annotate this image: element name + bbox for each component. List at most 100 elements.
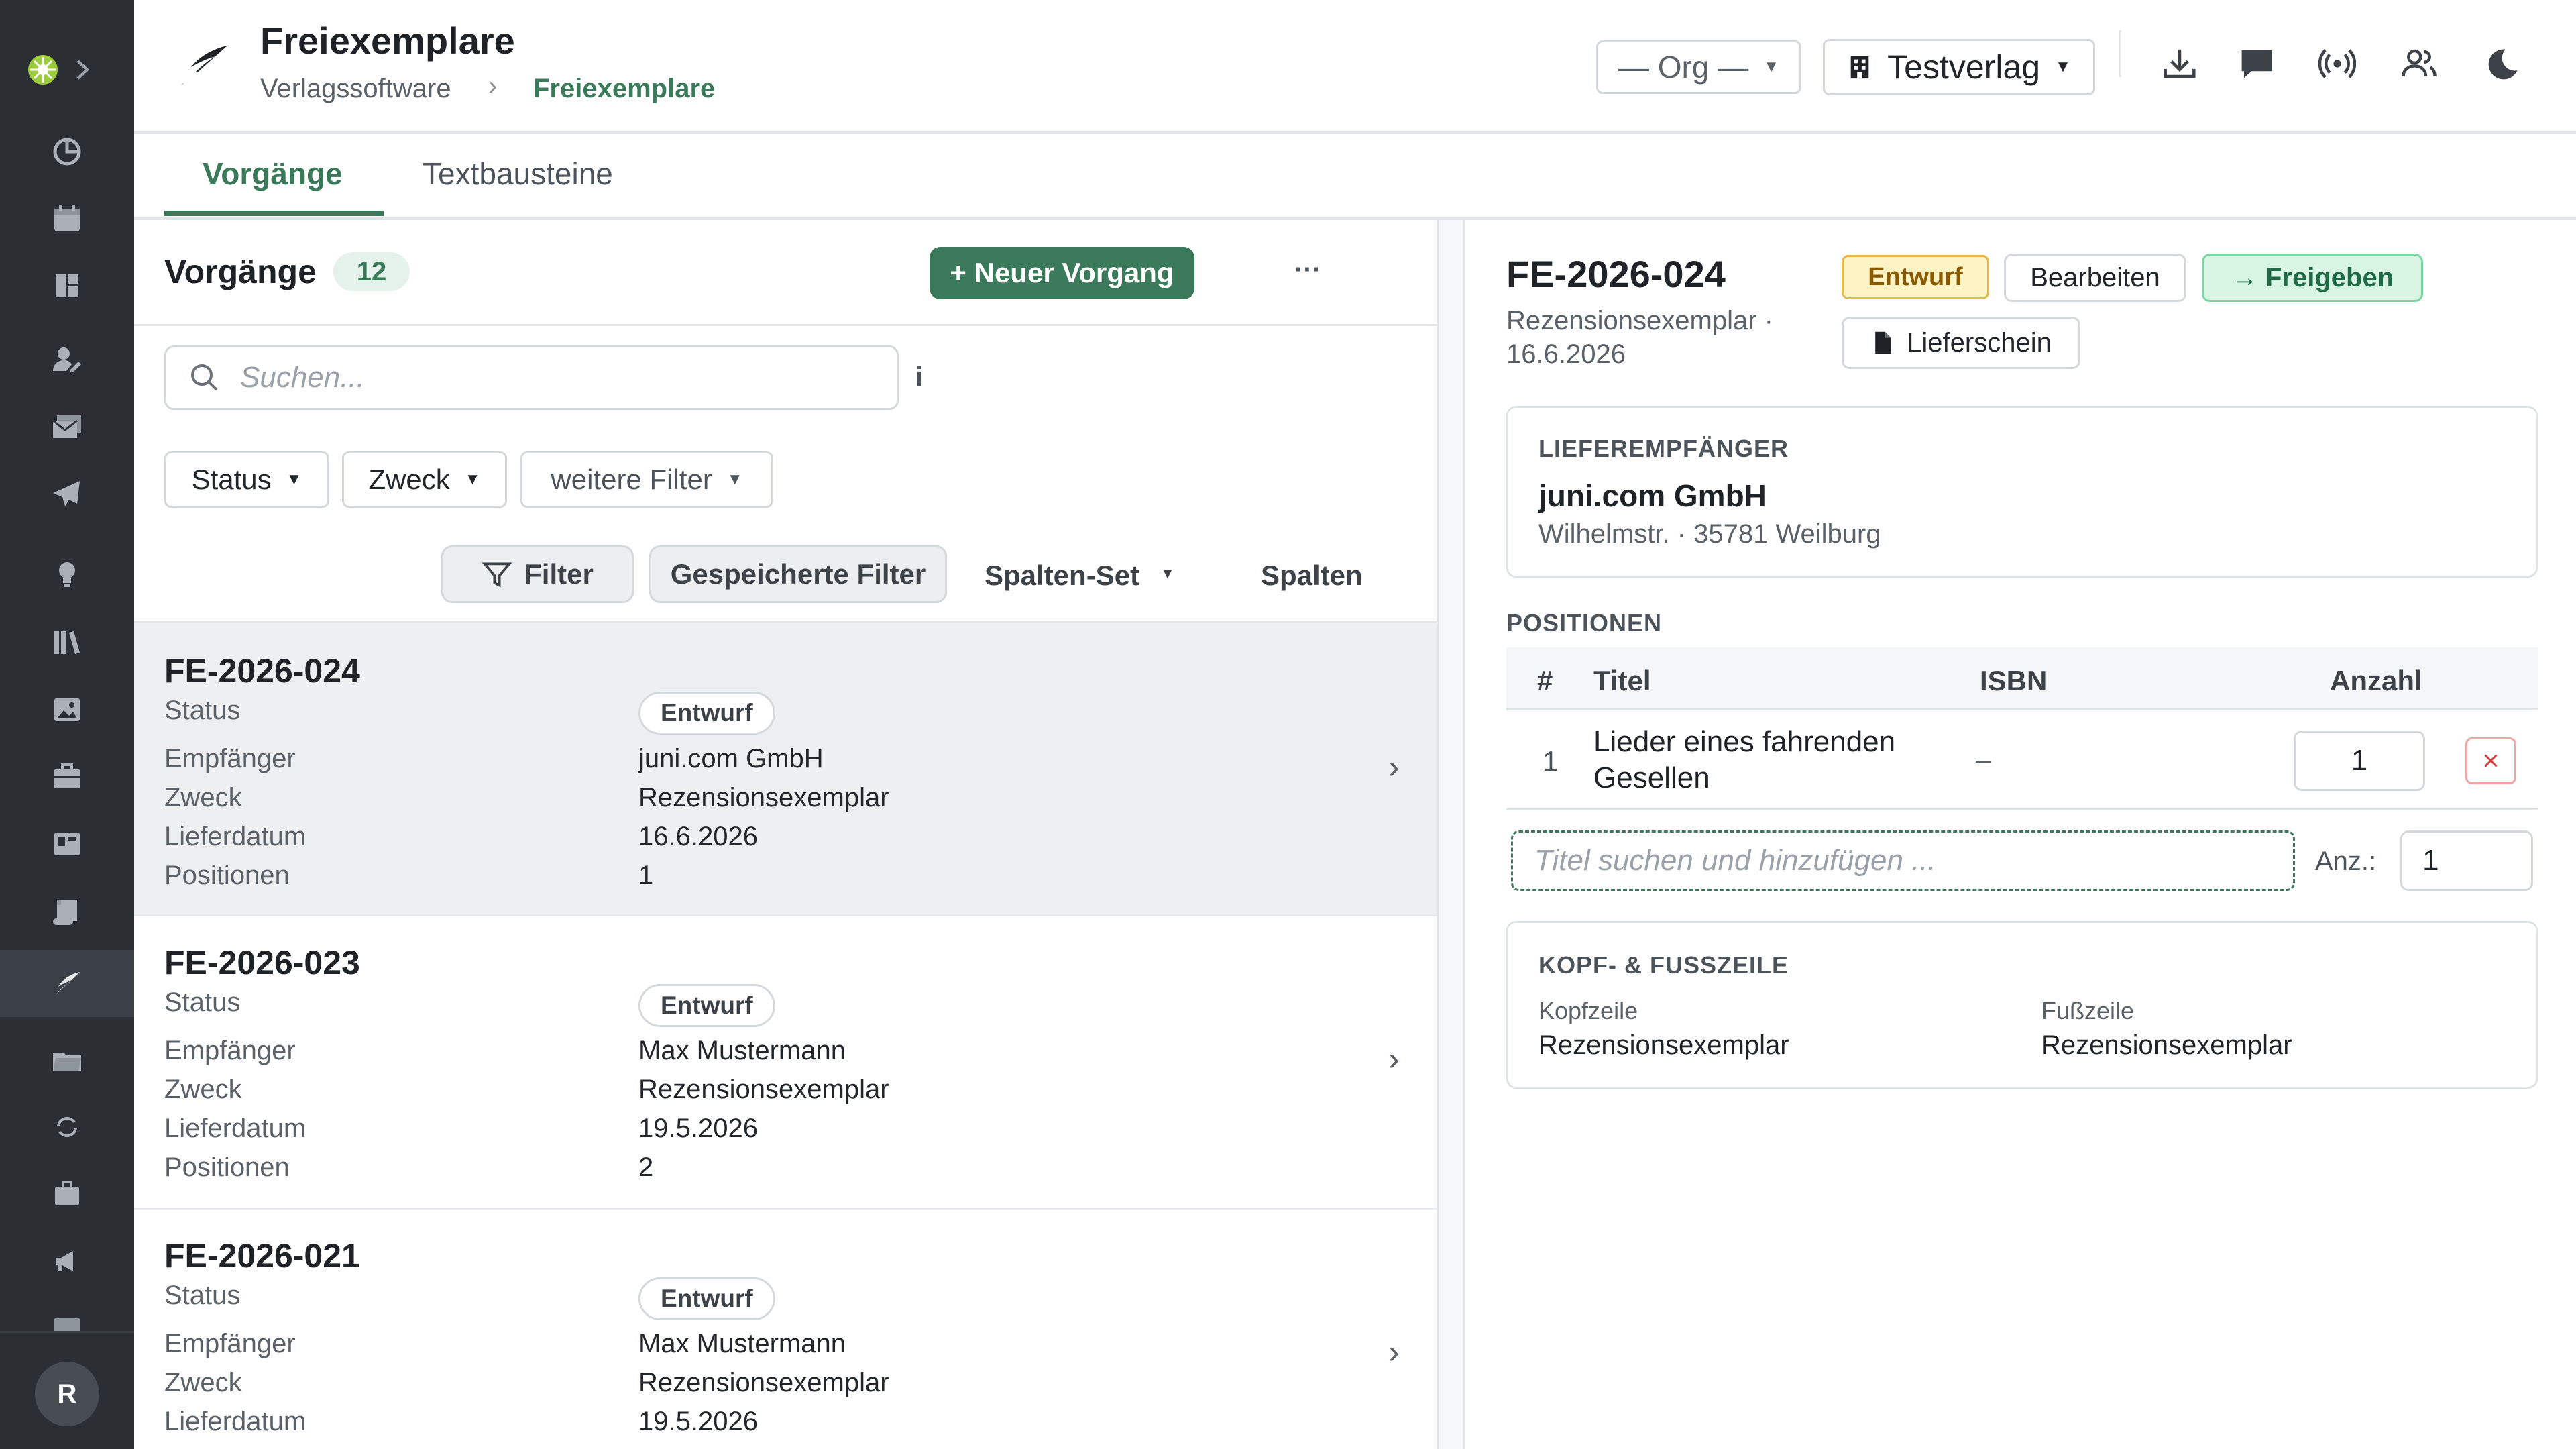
column-set-label[interactable]: Spalten-Set (985, 559, 1139, 592)
tab-textbausteine[interactable]: Textbausteine (423, 156, 613, 192)
mail-icon[interactable] (47, 407, 87, 447)
building-icon (1850, 56, 1869, 79)
feather-icon[interactable] (47, 963, 87, 1004)
delivery-value: 19.5.2026 (638, 1114, 758, 1143)
status-filter[interactable]: Status ▼ (164, 451, 329, 508)
chat-icon[interactable] (2233, 40, 2280, 87)
recipient-label: Empfänger (164, 1036, 296, 1065)
image-icon[interactable] (47, 690, 87, 730)
org-select[interactable]: — Org — ▼ (1596, 40, 1801, 94)
publisher-select-value: Testverlag (1887, 48, 2041, 86)
column-qty: Anzahl (2330, 665, 2422, 696)
delivery-label: Lieferdatum (164, 1407, 306, 1436)
search-placeholder: Suchen... (240, 361, 365, 394)
add-title-input[interactable]: Titel suchen und hinzufügen ... (1511, 830, 2295, 891)
suitcase-icon[interactable] (47, 1174, 87, 1214)
chevron-right-icon[interactable] (67, 48, 97, 91)
new-process-button[interactable]: + Neuer Vorgang (930, 247, 1194, 299)
caret-down-icon[interactable]: ▼ (1160, 565, 1175, 582)
purpose-filter[interactable]: Zweck ▼ (342, 451, 507, 508)
panel-splitter[interactable] (1437, 220, 1465, 1449)
caret-down-icon: ▼ (1763, 58, 1779, 76)
status-badge: Entwurf (638, 692, 775, 735)
list-title: Vorgänge (164, 253, 317, 290)
recipient-section-title: LIEFEREMPFÄNGER (1538, 435, 1789, 462)
tab-vorgaenge[interactable]: Vorgänge (203, 156, 343, 192)
positions-value: 1 (638, 861, 654, 890)
remove-row-button[interactable] (2465, 737, 2516, 784)
close-icon (2484, 754, 2498, 767)
chevron-right-icon[interactable]: › (1388, 1332, 1400, 1371)
list-item[interactable]: FE-2026-024 Status Entwurf Empfänger jun… (134, 623, 1437, 916)
purpose-value: Rezensionsexemplar (638, 1368, 889, 1397)
row-num: 1 (1543, 745, 1559, 777)
row-title-line2: Gesellen (1593, 761, 1710, 794)
publisher-select[interactable]: Testverlag ▼ (1823, 39, 2095, 95)
broadcast-icon[interactable] (2314, 40, 2361, 87)
list-divider (134, 324, 1437, 326)
column-isbn: ISBN (1980, 665, 2048, 696)
chart-icon[interactable] (47, 131, 87, 172)
qty-label: Anz.: (2315, 847, 2377, 876)
library-icon[interactable] (47, 623, 87, 663)
list-item[interactable]: FE-2026-023 Status Entwurf Empfänger Max… (134, 916, 1437, 1210)
row-title-line1: Lieder eines fahrenden (1593, 725, 1896, 758)
filter-button[interactable]: Filter (441, 545, 634, 603)
dark-mode-icon[interactable] (2478, 40, 2525, 87)
folder-icon[interactable] (47, 1040, 87, 1080)
avatar[interactable]: R (35, 1362, 99, 1426)
top-header: Freiexemplare Verlagssoftware › Freiexem… (134, 0, 2576, 134)
recipient-address: Wilhelmstr. · 35781 Weilburg (1538, 519, 1881, 549)
count-badge: 12 (333, 252, 410, 291)
recipient-card: LIEFEREMPFÄNGER juni.com GmbH Wilhelmstr… (1506, 406, 2538, 578)
qty-input[interactable]: 1 (2400, 830, 2533, 891)
delivery-note-button[interactable]: Lieferschein (1842, 317, 2080, 369)
detail-subtitle: Rezensionsexemplar · (1506, 306, 1773, 335)
sync-icon[interactable] (47, 1107, 87, 1147)
sidebar-divider (0, 1331, 134, 1333)
breadcrumb-current[interactable]: Freiexemplare (533, 74, 715, 104)
search-input[interactable]: Suchen... (164, 345, 899, 410)
info-icon[interactable]: i (915, 362, 923, 392)
more-filters[interactable]: weitere Filter ▼ (520, 451, 773, 508)
users-icon[interactable] (2396, 40, 2443, 87)
board-icon[interactable] (47, 824, 87, 864)
logo-icon[interactable] (21, 48, 64, 91)
status-label: Status (164, 987, 241, 1017)
user-edit-icon[interactable] (47, 339, 87, 380)
purpose-label: Zweck (164, 1368, 242, 1397)
status-badge: Entwurf (638, 984, 775, 1027)
footer-value: Rezensionsexemplar (2041, 1030, 2292, 1060)
list-item[interactable]: FE-2026-021 Status Entwurf Empfänger Max… (134, 1210, 1437, 1449)
recipient-label: Empfänger (164, 744, 296, 773)
dashboard-icon[interactable] (47, 266, 87, 306)
item-id: FE-2026-023 (164, 944, 360, 981)
send-icon[interactable] (47, 474, 87, 514)
header-divider (2119, 30, 2121, 77)
edit-button[interactable]: Bearbeiten (2004, 254, 2186, 302)
document-icon (1875, 331, 1891, 354)
columns-button[interactable]: Spalten (1261, 559, 1363, 592)
status-label: Status (164, 1281, 241, 1310)
breadcrumb-root[interactable]: Verlagssoftware (260, 74, 451, 104)
calendar-icon[interactable] (47, 199, 87, 239)
feather-logo-icon (171, 40, 231, 94)
chevron-right-icon[interactable]: › (1388, 747, 1400, 786)
download-icon[interactable] (2156, 40, 2203, 87)
chevron-right-icon[interactable]: › (1388, 1039, 1400, 1078)
scroll-icon[interactable] (47, 892, 87, 932)
lightbulb-icon[interactable] (47, 554, 87, 594)
page-title: Freiexemplare (260, 19, 515, 62)
org-select-value: — Org — (1618, 50, 1749, 85)
more-options-button[interactable]: ··· (1294, 255, 1321, 285)
header-footer-section-title: KOPF- & FUSSZEILE (1538, 951, 1789, 979)
row-qty-input[interactable]: 1 (2294, 731, 2425, 791)
header-value: Rezensionsexemplar (1538, 1030, 1789, 1060)
megaphone-icon[interactable] (47, 1241, 87, 1281)
release-button[interactable]: → Freigeben (2202, 254, 2423, 302)
briefcase-icon[interactable] (47, 757, 87, 797)
tab-bar: Vorgänge Textbausteine (134, 137, 2576, 220)
header-footer-card: KOPF- & FUSSZEILE Kopfzeile Rezensionsex… (1506, 921, 2538, 1089)
saved-filters-button[interactable]: Gespeicherte Filter (649, 545, 947, 603)
detail-id: FE-2026-024 (1506, 253, 1726, 295)
